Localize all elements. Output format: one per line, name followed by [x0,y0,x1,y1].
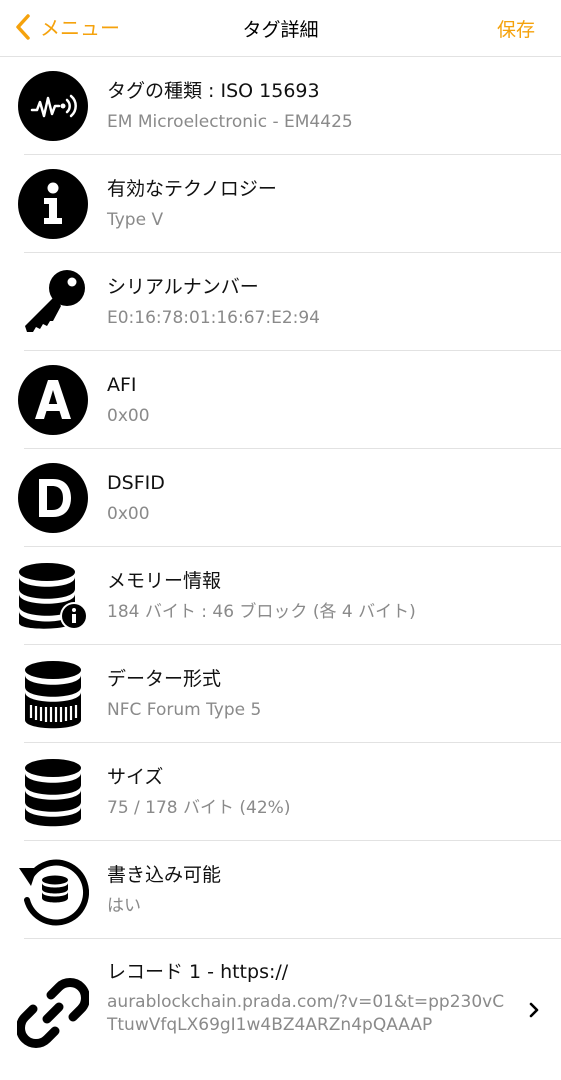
page-title: タグ詳細 [242,19,319,41]
database-info-icon [17,560,89,632]
row-technology: 有効なテクノロジー Type V [0,155,561,253]
database-format-icon [17,658,89,730]
row-label: 書き込み可能 [107,864,222,886]
chevron-right-icon [529,1002,539,1018]
row-value: 184 バイト : 46 ブロック (各 4 バイト) [107,602,416,622]
row-label: 有効なテクノロジー [107,178,277,200]
row-dsfid: DSFID 0x00 [0,449,561,547]
row-size: サイズ 75 / 178 バイト (42%) [0,743,561,841]
database-writable-icon [17,854,89,926]
info-icon [17,168,89,240]
save-button[interactable]: 保存 [497,15,535,42]
letter-a-icon [17,364,89,436]
row-value: はい [107,896,141,916]
row-value: EM Microelectronic - EM4425 [107,112,353,132]
row-value: 0x00 [107,504,150,524]
row-afi: AFI 0x00 [0,351,561,449]
row-label: メモリー情報 [107,570,222,592]
row-value: NFC Forum Type 5 [107,700,262,720]
row-label: レコード 1 - https:// [107,961,289,983]
row-label: タグの種類 : ISO 15693 [107,80,320,102]
row-value: Type V [107,210,164,230]
key-icon [17,266,89,338]
letter-d-icon [17,462,89,534]
row-data-format: データー形式 NFC Forum Type 5 [0,645,561,743]
row-value: 75 / 178 バイト (42%) [107,798,291,818]
row-tag-type: タグの種類 : ISO 15693 EM Microelectronic - E… [0,57,561,155]
nfc-signal-icon [17,70,89,142]
link-icon [17,977,89,1049]
row-memory-info: メモリー情報 184 バイト : 46 ブロック (各 4 バイト) [0,547,561,645]
row-label: DSFID [107,472,165,494]
row-serial-number: シリアルナンバー E0:16:78:01:16:67:E2:94 [0,253,561,351]
row-label: データー形式 [107,668,222,690]
row-label: シリアルナンバー [107,276,259,298]
row-record-1[interactable]: レコード 1 - https:// aurablockchain.prada.c… [0,939,561,1079]
row-label: サイズ [107,766,164,788]
row-writable: 書き込み可能 はい [0,841,561,939]
row-value: 0x00 [107,406,150,426]
row-value: E0:16:78:01:16:67:E2:94 [107,308,320,328]
navigation-bar: メニュー タグ詳細 保存 [0,0,561,57]
database-size-icon [17,756,89,828]
row-value: aurablockchain.prada.com/?v=01&t=pp230vC… [107,992,505,1035]
row-label: AFI [107,374,137,396]
